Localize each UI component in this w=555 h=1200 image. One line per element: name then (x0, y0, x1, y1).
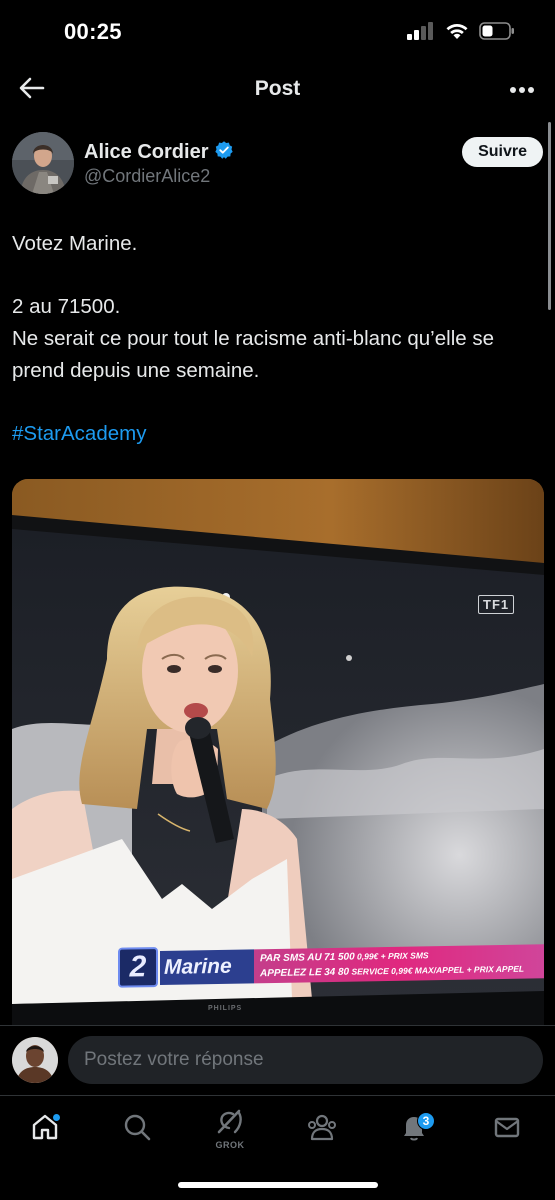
notification-count-badge: 3 (417, 1112, 435, 1130)
nav-notifications[interactable]: 3 (391, 1106, 437, 1152)
user-avatar[interactable] (12, 1037, 58, 1083)
vote-call-number: 34 80 (324, 966, 350, 979)
post-text-line: Votez Marine. (12, 232, 138, 255)
post-text-paragraph: 2 au 71500. Ne serait ce pour tout le ra… (12, 295, 494, 382)
bottom-nav: GROK 3 (0, 1095, 555, 1200)
signal-icon (407, 22, 435, 45)
tv-brand-logo: PHILIPS (208, 1005, 243, 1012)
wifi-icon (445, 22, 469, 45)
vote-info-box: PAR SMS AU 71 500 0,99€ + PRIX SMS APPEL… (254, 944, 544, 984)
follow-button[interactable]: Suivre (462, 137, 543, 167)
verified-badge-icon (214, 140, 234, 165)
hashtag-link[interactable]: #StarAcademy (12, 418, 542, 450)
post-author: Alice Cordier @CordierAlice2 Suivre (12, 132, 543, 196)
channel-logo: TF1 (478, 595, 515, 614)
vote-sms-number: 71 500 (324, 951, 355, 964)
vote-call-prefix: APPELEZ LE (260, 967, 322, 980)
post-text: Votez Marine. 2 au 71500. Ne serait ce p… (12, 228, 542, 450)
vote-banner: 2 Marine PAR SMS AU 71 500 0,99€ + PRIX … (118, 938, 544, 989)
reply-bar (0, 1025, 555, 1095)
author-name-row: Alice Cordier (84, 140, 234, 165)
nav-communities[interactable] (299, 1106, 345, 1152)
scrollbar[interactable] (548, 122, 551, 310)
search-icon (122, 1112, 152, 1147)
nav-messages[interactable] (484, 1106, 530, 1152)
more-dots-icon (509, 81, 535, 99)
vote-call-price: SERVICE 0,99€ MAX/APPEL + PRIX APPEL (351, 963, 525, 977)
battery-icon (479, 22, 515, 45)
candidate-name-box: Marine (160, 949, 254, 985)
communities-icon (306, 1112, 338, 1147)
post-header: Post (0, 62, 555, 118)
nav-home[interactable] (22, 1106, 68, 1152)
grok-label: GROK (215, 1140, 245, 1150)
vote-sms-price: 0,99€ + PRIX SMS (357, 950, 429, 962)
vote-sms-prefix: PAR SMS AU (260, 952, 322, 965)
more-options-button[interactable] (505, 74, 539, 106)
candidate-number: 2 (129, 950, 147, 984)
candidate-name: Marine (164, 954, 232, 979)
author-avatar[interactable] (12, 132, 74, 194)
author-handle[interactable]: @CordierAlice2 (84, 166, 210, 187)
status-icons (407, 22, 515, 45)
post-media-image[interactable]: TF1 2 Marine PAR SMS AU 71 500 0,99€ + P… (12, 479, 544, 1025)
page-title: Post (254, 77, 301, 100)
status-time: 00:25 (64, 19, 122, 44)
messages-icon (492, 1112, 522, 1147)
home-unread-dot (53, 1114, 60, 1121)
nav-search[interactable] (114, 1106, 160, 1152)
status-bar: 00:25 (0, 0, 555, 62)
nav-grok[interactable]: GROK (207, 1106, 253, 1152)
reply-input[interactable] (68, 1036, 543, 1084)
home-indicator (178, 1182, 378, 1188)
candidate-number-box: 2 (118, 947, 158, 988)
grok-icon (215, 1108, 245, 1139)
author-name[interactable]: Alice Cordier (84, 141, 208, 164)
